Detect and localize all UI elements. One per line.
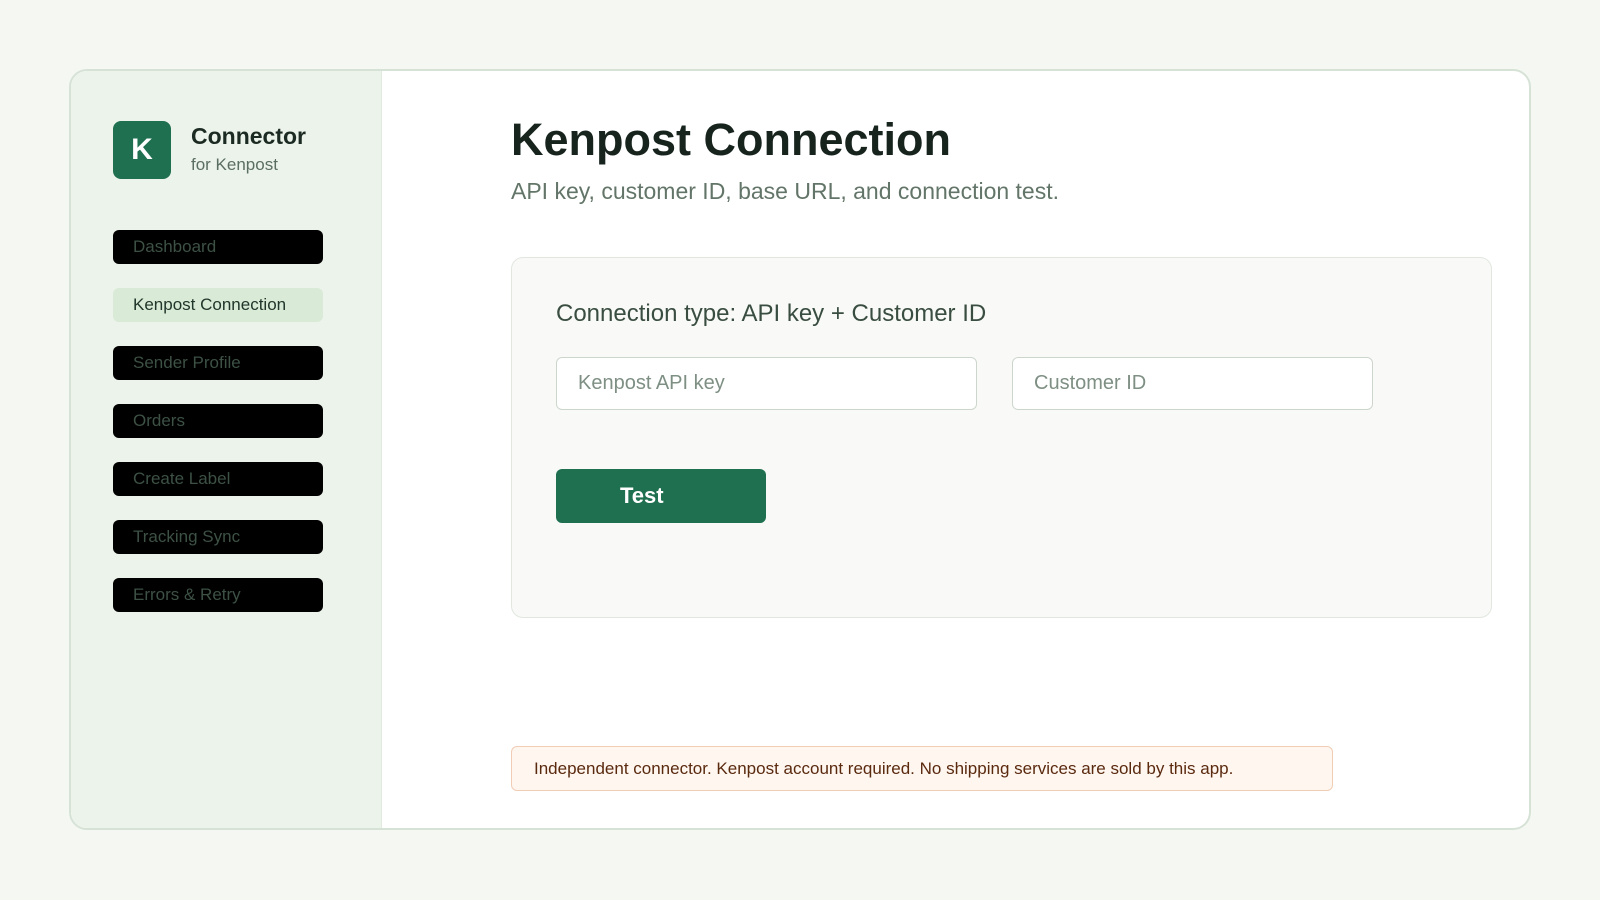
app-window: K Connector for Kenpost Dashboard Kenpos… xyxy=(69,69,1531,830)
main-content: Kenpost Connection API key, customer ID,… xyxy=(382,71,1529,828)
connection-card: Connection type: API key + Customer ID T… xyxy=(511,257,1492,618)
sidebar-nav: Dashboard Kenpost Connection Sender Prof… xyxy=(113,230,323,636)
sidebar-item-orders[interactable]: Orders xyxy=(113,404,323,438)
disclaimer-notice: Independent connector. Kenpost account r… xyxy=(511,746,1333,791)
sidebar-item-create-label[interactable]: Create Label xyxy=(113,462,323,496)
brand-logo-icon: K xyxy=(113,121,171,179)
brand-text: Connector for Kenpost xyxy=(191,122,306,177)
page-title: Kenpost Connection xyxy=(511,114,951,165)
api-key-input[interactable] xyxy=(556,357,977,410)
brand-name: Connector xyxy=(191,123,306,149)
sidebar: K Connector for Kenpost Dashboard Kenpos… xyxy=(71,71,382,828)
sidebar-item-sender-profile[interactable]: Sender Profile xyxy=(113,346,323,380)
test-connection-button[interactable]: Test xyxy=(556,469,766,523)
brand-subtitle: for Kenpost xyxy=(191,155,278,174)
sidebar-item-tracking-sync[interactable]: Tracking Sync xyxy=(113,520,323,554)
sidebar-item-dashboard[interactable]: Dashboard xyxy=(113,230,323,264)
brand: K Connector for Kenpost xyxy=(113,121,306,179)
sidebar-item-kenpost-connection[interactable]: Kenpost Connection xyxy=(113,288,323,322)
sidebar-item-errors-retry[interactable]: Errors & Retry xyxy=(113,578,323,612)
connection-type-label: Connection type: API key + Customer ID xyxy=(556,300,987,327)
page-subtitle: API key, customer ID, base URL, and conn… xyxy=(511,178,1060,204)
customer-id-input[interactable] xyxy=(1012,357,1373,410)
